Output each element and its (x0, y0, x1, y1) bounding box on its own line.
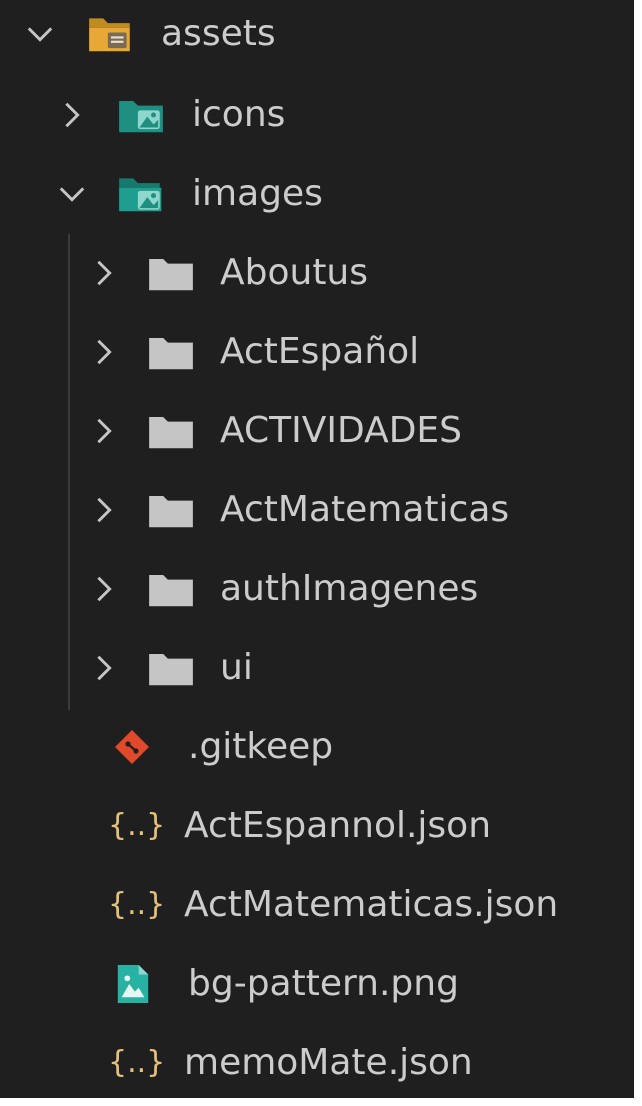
tree-item-label: icons (192, 94, 286, 135)
folder-open-icon (89, 18, 130, 52)
image-folder-icon (119, 100, 163, 133)
folder-icon (149, 495, 193, 528)
chevron-right-icon[interactable] (86, 571, 122, 607)
folder-icon (149, 416, 193, 449)
tree-item-file[interactable]: {..} ActMatematicas.json (0, 866, 634, 944)
json-icon: {..} (108, 1045, 166, 1080)
tree-item-label: Aboutus (220, 252, 369, 293)
tree-item-label: ACTIVIDADES (220, 410, 463, 451)
tree-item-icons[interactable]: icons (0, 76, 634, 154)
tree-item-label: ui (220, 647, 253, 688)
git-icon (115, 730, 149, 764)
chevron-right-icon[interactable] (54, 97, 90, 133)
chevron-right-icon[interactable] (86, 334, 122, 370)
tree-item-label: ActEspannol.json (184, 805, 492, 846)
json-icon: {..} (108, 808, 166, 843)
tree-item-label: ActMatematicas.json (184, 884, 559, 925)
tree-item-label: images (192, 173, 323, 214)
folder-icon (149, 258, 193, 291)
folder-icon (149, 653, 193, 686)
tree-item-file[interactable]: .gitkeep (0, 708, 634, 786)
tree-item-folder[interactable]: authImagenes (0, 550, 634, 628)
chevron-right-icon[interactable] (86, 492, 122, 528)
tree-item-folder[interactable]: ACTIVIDADES (0, 392, 634, 470)
tree-item-label: ActEspañol (220, 331, 420, 372)
tree-item-label: memoMate.json (184, 1042, 473, 1083)
tree-item-file[interactable]: bg-pattern.png (0, 945, 634, 1023)
tree-item-folder[interactable]: ActMatematicas (0, 471, 634, 549)
file-explorer-panel: assets icons images Aboutus ActEspañol A… (0, 0, 634, 1098)
image-file-icon (117, 965, 149, 1003)
tree-item-images[interactable]: images (0, 155, 634, 233)
folder-icon (149, 574, 193, 607)
tree-item-assets[interactable]: assets (0, 0, 634, 73)
tree-item-file[interactable]: {..} memoMate.json (0, 1024, 634, 1098)
image-folder-open-icon (119, 178, 162, 212)
json-icon: {..} (108, 887, 166, 922)
tree-item-label: bg-pattern.png (188, 963, 459, 1004)
chevron-right-icon[interactable] (86, 413, 122, 449)
tree-item-label: assets (161, 13, 276, 54)
tree-item-label: ActMatematicas (220, 489, 510, 530)
folder-icon (149, 337, 193, 370)
tree-item-folder[interactable]: Aboutus (0, 234, 634, 312)
tree-item-label: authImagenes (220, 568, 479, 609)
tree-item-label: .gitkeep (188, 726, 334, 767)
chevron-down-icon[interactable] (54, 176, 90, 212)
tree-item-folder[interactable]: ActEspañol (0, 313, 634, 391)
chevron-right-icon[interactable] (86, 650, 122, 686)
tree-item-file[interactable]: {..} ActEspannol.json (0, 787, 634, 865)
chevron-right-icon[interactable] (86, 255, 122, 291)
tree-item-folder[interactable]: ui (0, 629, 634, 707)
chevron-down-icon[interactable] (22, 16, 58, 52)
